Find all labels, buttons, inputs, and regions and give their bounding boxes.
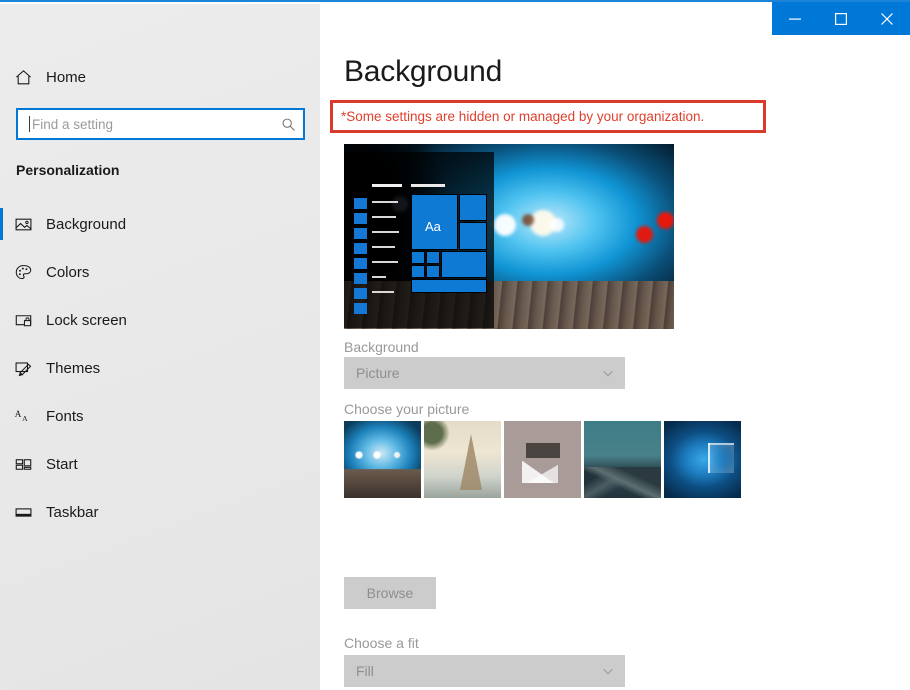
settings-window: Settings xyxy=(0,0,910,690)
picture-icon xyxy=(0,215,46,234)
palette-icon xyxy=(0,263,46,282)
sidebar-item-colors[interactable]: Colors xyxy=(0,248,320,296)
background-type-dropdown[interactable]: Picture xyxy=(344,357,625,389)
minimize-button[interactable] xyxy=(772,2,818,35)
sidebar-item-label: Themes xyxy=(46,359,101,377)
preview-menu-strip xyxy=(354,198,367,318)
page-title: Background xyxy=(344,55,503,88)
choose-fit-label: Choose a fit xyxy=(344,635,419,651)
preview-bokeh xyxy=(636,226,653,243)
close-button[interactable] xyxy=(864,2,910,35)
maximize-button[interactable] xyxy=(818,2,864,35)
window-controls xyxy=(772,2,910,35)
minimize-icon xyxy=(789,18,801,20)
choose-picture-label: Choose your picture xyxy=(344,401,470,417)
sidebar-item-lock-screen[interactable]: Lock screen xyxy=(0,296,320,344)
sidebar-item-label: Lock screen xyxy=(46,311,127,329)
sidebar-item-home[interactable]: Home xyxy=(0,60,320,94)
organization-warning-banner: *Some settings are hidden or managed by … xyxy=(330,100,766,133)
preview-start-menu: Aa xyxy=(344,152,494,328)
start-icon xyxy=(0,455,46,474)
desktop-preview: Aa xyxy=(344,144,674,329)
thumbnail-mountain[interactable] xyxy=(584,421,661,498)
sidebar-nav-list: Background Colors Lock screen Themes A A… xyxy=(0,200,320,536)
sidebar: Home Personalization xyxy=(0,4,320,690)
preview-bokeh xyxy=(522,214,534,226)
thumbnail-bokeh-deck[interactable] xyxy=(344,421,421,498)
preview-bokeh xyxy=(657,212,674,229)
fit-dropdown[interactable]: Fill xyxy=(344,655,625,687)
preview-menu-lines xyxy=(372,184,402,306)
preview-tile-grid: Aa xyxy=(411,184,487,319)
home-label: Home xyxy=(46,68,87,86)
search-input[interactable] xyxy=(30,111,273,137)
svg-text:A: A xyxy=(22,414,28,423)
svg-text:A: A xyxy=(14,408,21,418)
preview-bokeh xyxy=(550,218,564,232)
sidebar-item-label: Background xyxy=(46,215,127,233)
sidebar-item-taskbar[interactable]: Taskbar xyxy=(0,488,320,536)
search-box[interactable] xyxy=(16,108,305,140)
preview-tile-text: Aa xyxy=(425,219,441,234)
chevron-down-icon xyxy=(603,668,613,675)
browse-button[interactable]: Browse xyxy=(344,577,436,609)
close-icon xyxy=(881,12,893,25)
sidebar-item-label: Fonts xyxy=(46,407,84,425)
fit-value: Fill xyxy=(356,663,374,679)
thumbnail-desk-papers[interactable] xyxy=(504,421,581,498)
sidebar-item-label: Colors xyxy=(46,263,90,281)
content-pane: Background *Some settings are hidden or … xyxy=(320,35,910,690)
taskbar-icon xyxy=(0,503,46,522)
background-section-label: Background xyxy=(344,339,419,355)
background-type-value: Picture xyxy=(356,365,400,381)
sidebar-item-fonts[interactable]: A A Fonts xyxy=(0,392,320,440)
preview-bokeh xyxy=(494,214,516,236)
chevron-down-icon xyxy=(603,370,613,377)
organization-warning-text: *Some settings are hidden or managed by … xyxy=(341,109,705,124)
lock-screen-icon xyxy=(0,311,46,330)
sidebar-item-label: Start xyxy=(46,455,78,473)
sidebar-item-label: Taskbar xyxy=(46,503,99,521)
thumbnail-windows-hero[interactable] xyxy=(664,421,741,498)
picture-thumbnail-list xyxy=(344,421,744,498)
sidebar-item-background[interactable]: Background xyxy=(0,200,320,248)
fonts-icon: A A xyxy=(0,407,46,426)
sidebar-item-start[interactable]: Start xyxy=(0,440,320,488)
sidebar-group-title: Personalization xyxy=(16,162,120,178)
thumbnail-eiffel-tower[interactable] xyxy=(424,421,501,498)
themes-icon xyxy=(0,359,46,378)
maximize-icon xyxy=(835,12,847,25)
home-icon xyxy=(0,68,46,87)
sidebar-item-themes[interactable]: Themes xyxy=(0,344,320,392)
search-icon[interactable] xyxy=(273,110,303,138)
